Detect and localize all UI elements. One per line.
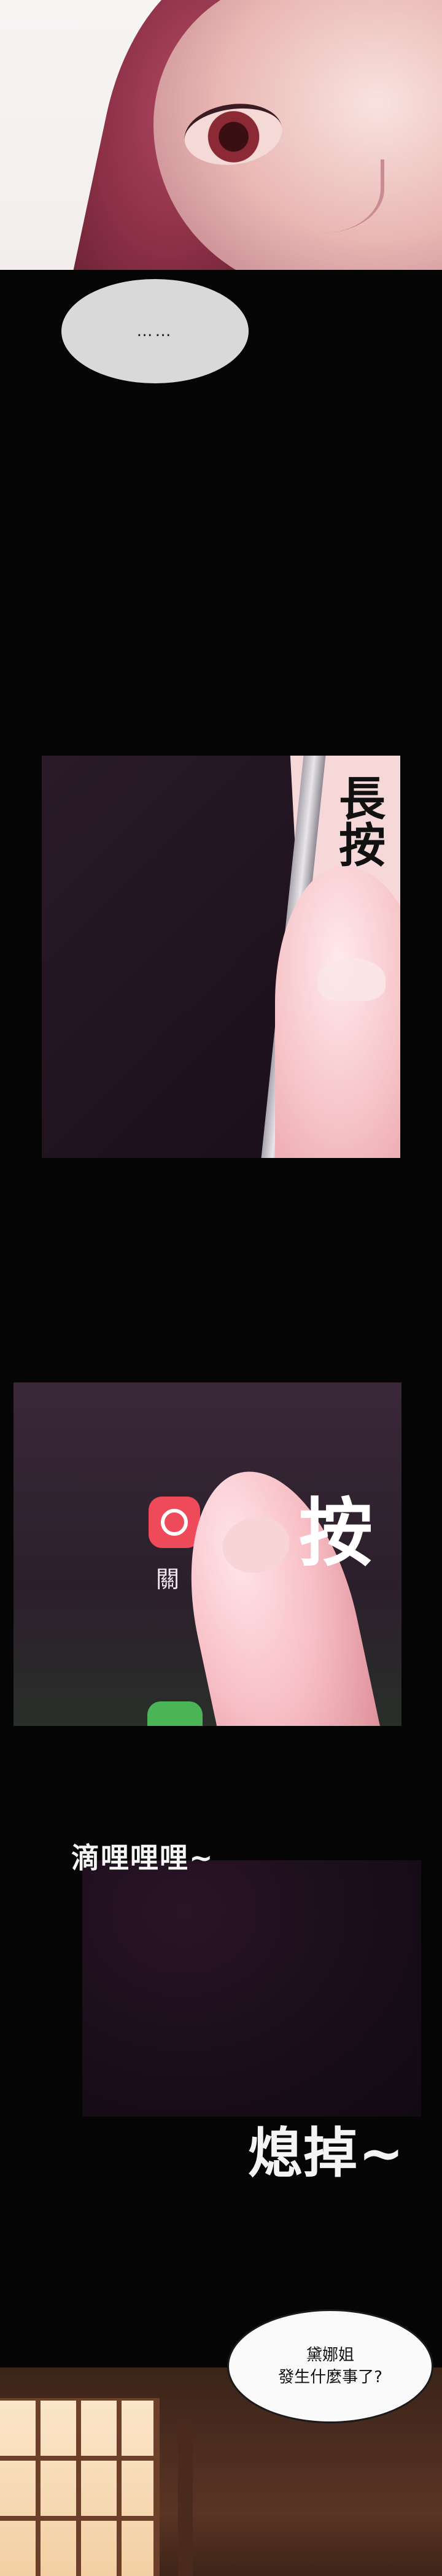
speech-line-1: 黛娜姐 [306,2346,354,2364]
speech-line-2: 發生什麼事了? [278,2368,382,2386]
panel-face-closeup [0,0,442,270]
speech-bubble-question: 黛娜姐 發生什麼事了? [227,2309,433,2423]
panel-dark-screen [82,1860,421,2117]
speech-bubble-ellipsis: …… [61,279,249,383]
phone-app-icon [147,1701,203,1726]
panel-long-press: 長按 [42,756,400,1158]
thumbnail [318,958,386,1001]
app-icon [149,1497,200,1548]
sfx-ringing: 滴哩哩哩~ [71,1841,214,1874]
door-frame [178,2423,442,2576]
window-lattice [0,2398,160,2576]
thumb [275,866,400,1158]
speech-bubble-text: …… [136,322,174,340]
sfx-press: 按 [299,1491,373,1576]
sfx-long-press: 長按 [331,774,386,867]
app-label: 關 [156,1566,180,1593]
panel-press-app: 關 按 [14,1382,401,1726]
sfx-turn-off: 熄掉~ [248,2122,405,2185]
